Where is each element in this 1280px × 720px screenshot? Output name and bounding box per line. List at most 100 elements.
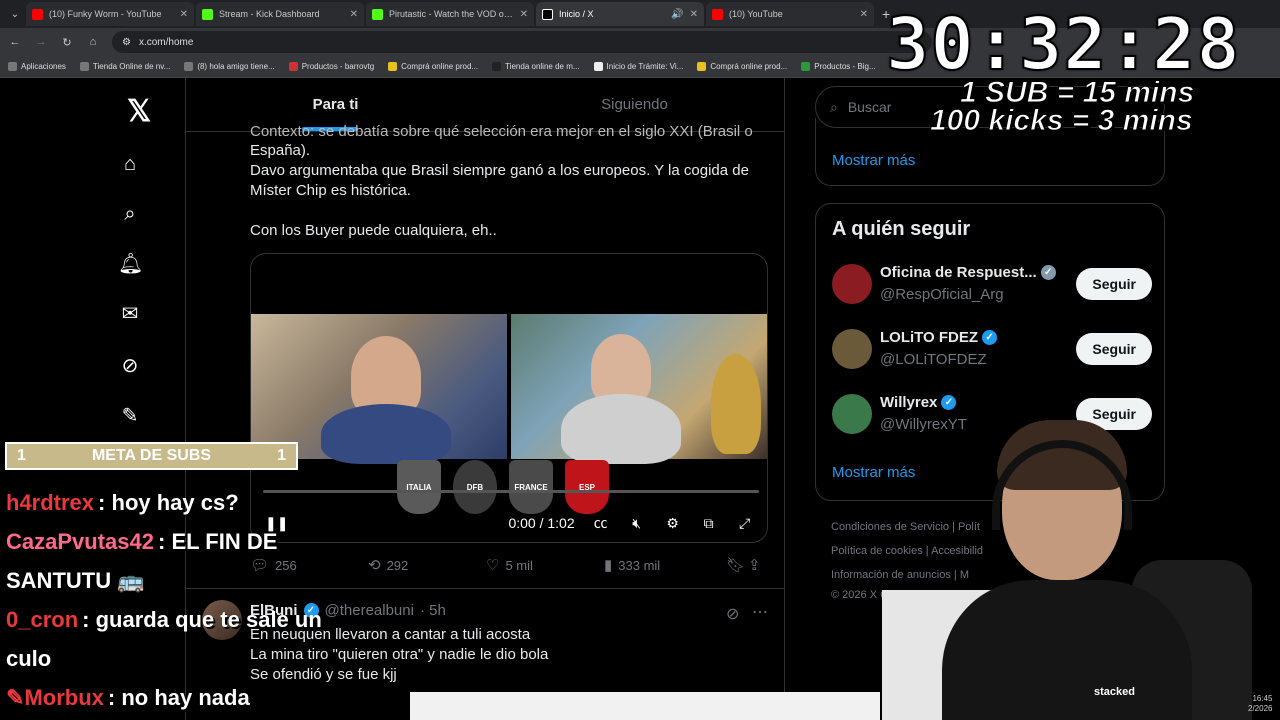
tab-close-icon[interactable]: ✕ xyxy=(520,9,528,20)
tab-audio-icon[interactable]: 🔊 xyxy=(671,9,683,20)
chat-text: guarda que te sale un xyxy=(95,607,322,632)
suggestion-name-text: LOLiTO FDEZ xyxy=(880,329,979,346)
browser-tab[interactable]: (10) Funky Worm - YouTube ✕ xyxy=(26,2,194,26)
bookmark-icon xyxy=(79,62,89,71)
verified-badge-icon: ✓ xyxy=(982,330,998,345)
site-info-icon[interactable]: ⚙ xyxy=(122,37,131,48)
grok-icon[interactable]: ⊘ xyxy=(118,354,142,378)
suggestion-name: Oficina de Respuest... ✓ xyxy=(880,264,1056,281)
tab-title: Inicio / X xyxy=(559,9,594,19)
bookmark-item[interactable]: Inicio de Trámite: Vi... xyxy=(593,62,683,71)
tab-title: Pirutastic - Watch the VOD on K xyxy=(389,9,514,19)
like-button[interactable]: ♡ 5 mil xyxy=(486,556,604,574)
avatar xyxy=(832,264,872,304)
bookmark-item[interactable]: Productos - barrovtg xyxy=(288,62,375,71)
follow-button[interactable]: Seguir xyxy=(1076,268,1152,300)
tab-close-icon[interactable]: ✕ xyxy=(690,9,698,20)
bookmark-label: Productos - Big... xyxy=(814,62,876,71)
crest-france: FRANCE xyxy=(509,460,553,514)
captions-icon[interactable]: ㏄ xyxy=(591,513,611,533)
repost-button[interactable]: ⟲ 292 xyxy=(368,556,486,574)
views-button[interactable]: ▮ 333 mil xyxy=(604,556,726,574)
fullscreen-icon[interactable]: ⤢ xyxy=(735,515,755,532)
chat-text: EL FIN DE xyxy=(171,529,278,554)
follow-suggestion[interactable]: Oficina de Respuest... ✓ @RespOficial_Arg… xyxy=(832,260,1152,310)
streamer-torso xyxy=(942,580,1192,720)
chat-message: CazaPvutas42: EL FIN DE xyxy=(6,529,278,554)
tab-search-icon[interactable]: ⌄ xyxy=(6,9,24,20)
bookmark-label: Tienda online de m... xyxy=(505,62,580,71)
browser-tab-active[interactable]: Inicio / X 🔊 ✕ xyxy=(536,2,704,26)
messages-mail-icon[interactable]: ✉ xyxy=(118,302,142,326)
apps-icon xyxy=(8,62,17,71)
reply-button[interactable]: 💬︎ 256 xyxy=(250,556,368,574)
browser-tab[interactable]: Pirutastic - Watch the VOD on K ✕ xyxy=(366,2,534,26)
bookmark-item[interactable]: Tienda online de m... xyxy=(492,62,580,71)
settings-gear-icon[interactable]: ⚙ xyxy=(663,515,683,532)
clock-time: 16:45 xyxy=(1252,694,1273,703)
tab-title: Stream - Kick Dashboard xyxy=(219,9,320,19)
grok-icon[interactable]: ⊘ xyxy=(726,604,739,624)
bookmark-button[interactable]: 🔖︎ xyxy=(726,556,748,574)
share-icon: ⇪ xyxy=(748,557,761,574)
home-icon[interactable]: ⌂ xyxy=(86,36,100,48)
notifications-bell-icon[interactable]: 🔔︎ xyxy=(118,252,143,276)
show-more-link[interactable]: Mostrar más xyxy=(832,152,915,169)
crest-germany: DFB xyxy=(453,460,497,514)
forward-icon[interactable]: → xyxy=(34,36,48,48)
explore-search-icon[interactable]: ⌕ xyxy=(118,202,142,226)
bookmark-icon xyxy=(288,62,298,71)
verified-badge-icon: ✓ xyxy=(1040,265,1056,280)
bookmark-item[interactable]: Tienda Online de nv... xyxy=(79,62,170,71)
lists-icon[interactable]: ✎ xyxy=(118,404,142,428)
sub-goal-target: 1 xyxy=(277,447,286,464)
tab-close-icon[interactable]: ✕ xyxy=(860,9,868,20)
panel-title: A quién seguir xyxy=(832,218,971,240)
bookmark-item[interactable]: Productos - Big... xyxy=(801,62,876,71)
video-player[interactable]: ITALIA DFB FRANCE ESP ❚❚ 0:00 / 1:02 ㏄ 🔇… xyxy=(250,253,768,543)
x-favicon-icon xyxy=(542,8,553,20)
x-logo-icon[interactable]: 𝕏 xyxy=(127,94,151,129)
reload-icon[interactable]: ↻ xyxy=(60,36,74,49)
chat-message: 0_cron: guarda que te sale un xyxy=(6,607,322,632)
view-count: 333 mil xyxy=(618,557,661,573)
suggestion-name-text: Willyrex xyxy=(880,394,938,411)
chat-username: 0_cron xyxy=(6,607,79,632)
views-chart-icon: ▮ xyxy=(604,557,613,574)
bookmark-item[interactable]: Comprá online prod... xyxy=(388,62,478,71)
chat-text: culo xyxy=(6,646,52,671)
bookmark-item[interactable]: (8) hola amigo tiene... xyxy=(184,62,275,71)
bookmark-item[interactable]: Aplicaciones xyxy=(8,62,66,71)
chat-username: Morbux xyxy=(24,685,104,710)
browser-tab[interactable]: (10) YouTube ✕ xyxy=(706,2,874,26)
bookmark-label: (8) hola amigo tiene... xyxy=(197,62,275,71)
home-nav-icon[interactable]: ⌂ xyxy=(118,152,142,176)
post-text-line: La mina tiro "quieren otra" y nadie le d… xyxy=(250,646,549,663)
more-options-icon[interactable]: ⋯ xyxy=(752,602,768,622)
tab-close-icon[interactable]: ✕ xyxy=(350,9,358,20)
bookmark-icon: 🔖︎ xyxy=(726,557,746,574)
bookmark-item[interactable]: Comprá online prod... xyxy=(697,62,787,71)
share-button[interactable]: ⇪ xyxy=(748,556,761,574)
bookmark-label: Productos - barrovtg xyxy=(301,62,375,71)
browser-tab[interactable]: Stream - Kick Dashboard ✕ xyxy=(196,2,364,26)
reply-count: 256 xyxy=(275,557,297,573)
heart-icon: ♡ xyxy=(486,557,500,574)
follow-suggestion[interactable]: LOLiTO FDEZ ✓ @LOLiTOFDEZ Seguir xyxy=(832,325,1152,375)
url-field[interactable]: ⚙ x.com/home xyxy=(112,31,932,53)
author-handle[interactable]: @therealbuni xyxy=(325,602,414,619)
post-text-line: España). xyxy=(250,142,311,159)
picture-in-picture-icon[interactable]: ⧉ xyxy=(699,515,719,532)
bookmark-icon xyxy=(801,62,811,71)
kick-rule: 100 kicks = 3 mins xyxy=(930,104,1194,138)
post-text-line: Davo argumentaba que Brasil siempre ganó… xyxy=(250,162,749,179)
post-time[interactable]: · 5h xyxy=(420,602,446,619)
clock-date: 2/2026 xyxy=(1248,704,1273,713)
back-icon[interactable]: ← xyxy=(8,36,22,48)
tab-close-icon[interactable]: ✕ xyxy=(180,9,188,20)
kick-favicon-icon xyxy=(372,8,383,20)
mute-icon[interactable]: 🔇︎ xyxy=(627,515,647,532)
search-input[interactable]: Buscar xyxy=(848,99,892,115)
video-progress-bar[interactable] xyxy=(263,490,759,493)
follow-button[interactable]: Seguir xyxy=(1076,333,1152,365)
